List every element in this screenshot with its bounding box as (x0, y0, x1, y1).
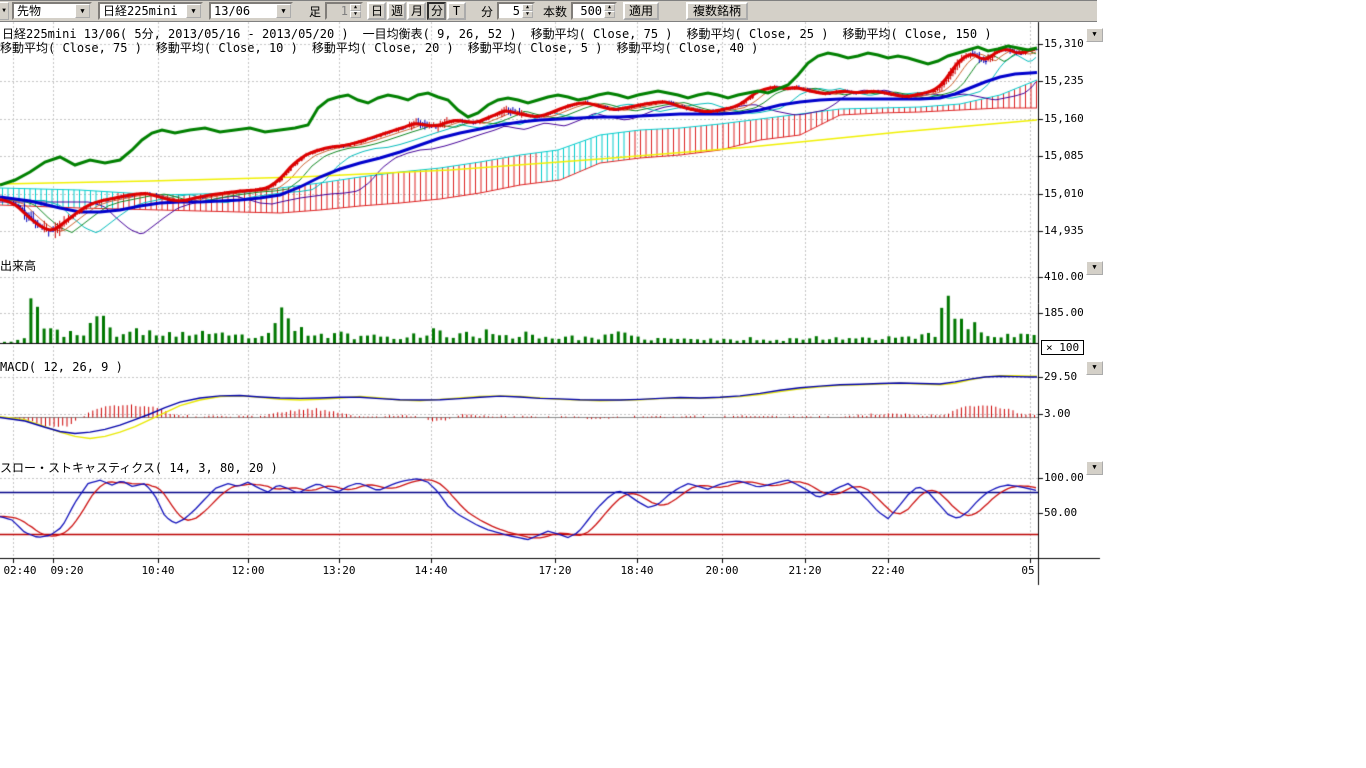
instrument-type-value: 先物 (14, 4, 75, 18)
spinner-arrows-icon[interactable]: ▲▼ (522, 4, 533, 18)
volume-multiplier-badge: × 100 (1041, 340, 1084, 355)
trading-app-window: ▼ 先物 ▼ 日経225mini ▼ 13/06 ▼ 足 1 ▲▼ 日 週 月 … (0, 0, 1366, 768)
bar-type-label: 足 (309, 3, 321, 20)
period-minute-button[interactable]: 分 (427, 2, 446, 20)
time-axis-label: 17:20 (538, 564, 571, 577)
legend-item: 移動平均( Close, 5 ) (468, 41, 603, 55)
period-day-button[interactable]: 日 (367, 2, 386, 20)
time-axis-label: 18:40 (620, 564, 653, 577)
pane-settings-dropdown-button[interactable]: ▼ (1086, 28, 1103, 42)
volume-axis-label: 410.00 (1044, 270, 1084, 283)
chevron-down-icon[interactable]: ▼ (276, 4, 291, 18)
period-week-button[interactable]: 週 (387, 2, 406, 20)
interval-spinner: 1 ▲▼ (325, 2, 363, 20)
clipped-combo-arrow-icon[interactable]: ▼ (0, 2, 9, 20)
volume-pane-label: 出来高 (0, 257, 36, 274)
chevron-down-icon[interactable]: ▼ (186, 4, 201, 18)
volume-axis-label: 185.00 (1044, 306, 1084, 319)
legend-item: 移動平均( Close, 150 ) (842, 27, 991, 41)
time-axis-label: 12:00 (231, 564, 264, 577)
stoch-axis-label: 50.00 (1044, 506, 1077, 519)
legend-item: 移動平均( Close, 40 ) (616, 41, 758, 55)
price-axis-label: 15,235 (1044, 74, 1084, 87)
legend-item: 移動平均( Close, 75 ) (0, 41, 142, 55)
price-axis-label: 15,310 (1044, 37, 1084, 50)
stoch-axis-label: 100.00 (1044, 471, 1084, 484)
period-month-button[interactable]: 月 (407, 2, 426, 20)
spinner-arrows-icon: ▲▼ (350, 4, 361, 18)
time-axis-label: 20:00 (705, 564, 738, 577)
chart-canvas[interactable] (0, 0, 1366, 768)
bar-count-spinner[interactable]: 500 ▲▼ (571, 2, 617, 20)
symbol-combo[interactable]: 日経225mini ▼ (98, 2, 203, 20)
apply-button[interactable]: 適用 (623, 2, 659, 20)
price-pane-legend-row2: 移動平均( Close, 75 ) 移動平均( Close, 10 ) 移動平均( … (0, 39, 772, 56)
time-axis-label: 22:40 (871, 564, 904, 577)
bar-count-label: 本数 (543, 3, 567, 20)
legend-item: 移動平均( Close, 20 ) (312, 41, 454, 55)
time-axis-label: 05 (1021, 564, 1034, 577)
contract-month-combo[interactable]: 13/06 ▼ (209, 2, 293, 20)
period-tick-button[interactable]: T (447, 2, 466, 20)
time-axis-label: 09:20 (50, 564, 83, 577)
multi-symbol-button[interactable]: 複数銘柄 (686, 2, 748, 20)
price-axis-label: 15,160 (1044, 112, 1084, 125)
toolbar: ▼ 先物 ▼ 日経225mini ▼ 13/06 ▼ 足 1 ▲▼ 日 週 月 … (0, 0, 1097, 22)
minute-value: 5 (499, 4, 522, 18)
time-axis-label: 21:20 (788, 564, 821, 577)
minute-spinner[interactable]: 5 ▲▼ (497, 2, 535, 20)
interval-value: 1 (327, 4, 350, 18)
time-axis-label: 02:40 (3, 564, 36, 577)
bar-count-value: 500 (573, 4, 604, 18)
legend-item: 移動平均( Close, 10 ) (156, 41, 298, 55)
pane-settings-dropdown-button[interactable]: ▼ (1086, 361, 1103, 375)
price-axis-label: 14,935 (1044, 224, 1084, 237)
price-axis-label: 15,085 (1044, 149, 1084, 162)
minute-label: 分 (481, 3, 493, 20)
spinner-arrows-icon[interactable]: ▲▼ (604, 4, 615, 18)
time-axis-label: 13:20 (322, 564, 355, 577)
macd-axis-label: 29.50 (1044, 370, 1077, 383)
time-axis-label: 10:40 (141, 564, 174, 577)
time-axis-label: 14:40 (414, 564, 447, 577)
chevron-down-icon[interactable]: ▼ (75, 4, 90, 18)
symbol-value: 日経225mini (100, 4, 186, 18)
contract-month-value: 13/06 (211, 4, 276, 18)
price-axis-label: 15,010 (1044, 187, 1084, 200)
pane-settings-dropdown-button[interactable]: ▼ (1086, 261, 1103, 275)
macd-pane-label: MACD( 12, 26, 9 ) (0, 360, 123, 374)
pane-settings-dropdown-button[interactable]: ▼ (1086, 461, 1103, 475)
instrument-type-combo[interactable]: 先物 ▼ (12, 2, 92, 20)
stochastics-pane-label: スロー・ストキャスティクス( 14, 3, 80, 20 ) (0, 459, 278, 476)
macd-axis-label: 3.00 (1044, 407, 1071, 420)
